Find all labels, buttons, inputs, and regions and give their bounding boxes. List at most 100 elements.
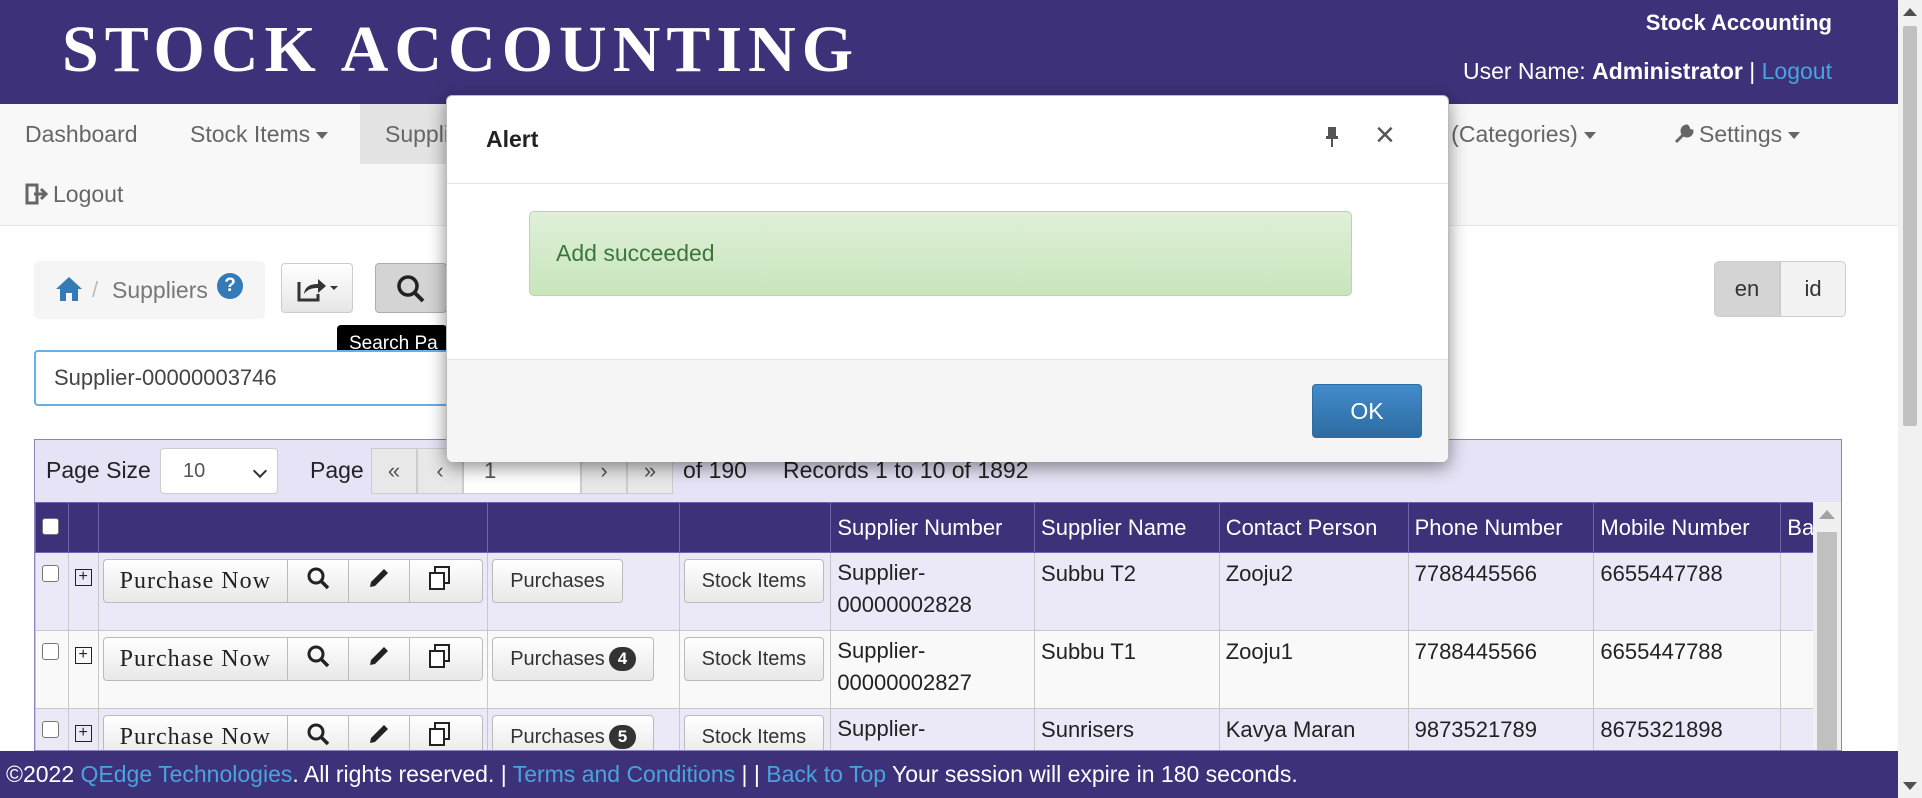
view-button[interactable]: [288, 638, 349, 680]
page-scrollbar[interactable]: [1898, 0, 1922, 798]
breadcrumb-suppliers: Suppliers: [112, 277, 208, 303]
header-logout-link[interactable]: Logout: [1762, 58, 1832, 84]
row-action-group: Purchase Now: [102, 559, 484, 603]
nav-suppliers[interactable]: Suppli: [360, 104, 446, 164]
dialog-footer: OK: [447, 359, 1448, 462]
expand-row-icon[interactable]: +: [74, 569, 92, 586]
language-en-button[interactable]: en: [1714, 261, 1780, 317]
search-input[interactable]: Supplier-00000003746: [34, 350, 474, 406]
purchase-now-button[interactable]: Purchase Now: [104, 560, 288, 602]
row-actions-cell: Purchase Now: [97, 708, 489, 750]
logout-icon: [25, 183, 49, 205]
copy-button[interactable]: [410, 560, 471, 602]
user-info: User Name: Administrator | Logout: [1463, 58, 1832, 85]
col-phone-number[interactable]: Phone Number: [1407, 502, 1595, 553]
view-button[interactable]: [288, 716, 349, 750]
stock-items-button[interactable]: Stock Items: [683, 715, 825, 750]
chevron-down-icon: [252, 463, 268, 479]
first-page-button[interactable]: «: [371, 448, 417, 494]
ok-button[interactable]: OK: [1312, 384, 1422, 438]
brand-logo-text: STOCK ACCOUNTING: [62, 13, 860, 86]
grid-scrollbar[interactable]: [1813, 502, 1841, 750]
view-button[interactable]: [288, 560, 349, 602]
company-link[interactable]: QEdge Technologies: [81, 761, 293, 787]
terms-link[interactable]: Terms and Conditions: [513, 761, 735, 787]
stock-items-header: [678, 502, 832, 553]
expand-row-icon[interactable]: +: [74, 725, 92, 742]
supplier-name-cell: Sunrisers: [1034, 708, 1220, 750]
breadcrumb: / Suppliers ?: [34, 261, 265, 319]
edit-button[interactable]: [349, 716, 410, 750]
row-purchases-cell: Purchases 4: [487, 630, 680, 709]
col-contact-person[interactable]: Contact Person: [1218, 502, 1409, 553]
row-purchases-cell: Purchases 5: [487, 708, 680, 750]
supplier-number-cell: Supplier- 00000002827: [830, 630, 1036, 709]
purchases-button[interactable]: Purchases 5: [492, 715, 655, 750]
row-checkbox[interactable]: [42, 721, 59, 738]
contact-person-cell: Kavya Maran: [1218, 708, 1409, 750]
edit-button[interactable]: [349, 560, 410, 602]
contact-person-cell: Zooju1: [1218, 630, 1409, 709]
scroll-up-icon[interactable]: [1903, 8, 1917, 16]
purchase-now-button[interactable]: Purchase Now: [104, 638, 288, 680]
pin-icon[interactable]: [1325, 126, 1339, 148]
purchases-button[interactable]: Purchases 4: [492, 637, 655, 681]
caret-down-icon: [1788, 132, 1801, 140]
scroll-up-icon[interactable]: [1819, 510, 1835, 519]
back-to-top-link[interactable]: Back to Top: [766, 761, 886, 787]
search-panel-button[interactable]: [375, 263, 447, 313]
row-checkbox[interactable]: [42, 643, 59, 660]
purchase-now-button[interactable]: Purchase Now: [104, 716, 288, 750]
row-checkbox[interactable]: [42, 565, 59, 582]
page-size-label: Page Size: [46, 457, 151, 483]
nav-dashboard[interactable]: Dashboard: [0, 104, 163, 164]
suppliers-table: Supplier Number Supplier Name Contact Pe…: [35, 502, 1841, 750]
search-icon: [306, 566, 330, 596]
copy-button[interactable]: [410, 716, 471, 750]
user-name-label: User Name:: [1462, 58, 1586, 84]
success-message: Add succeeded: [529, 211, 1352, 296]
home-icon[interactable]: [54, 275, 84, 303]
export-button[interactable]: [281, 263, 353, 313]
share-icon: [297, 279, 338, 302]
supplier-number-cell: Supplier-: [830, 708, 1036, 750]
page-size-select[interactable]: 10: [160, 448, 278, 494]
col-supplier-number[interactable]: Supplier Number: [830, 502, 1036, 553]
dialog-header: Alert ×: [447, 96, 1448, 184]
edit-button[interactable]: [349, 638, 410, 680]
user-name: Administrator: [1592, 58, 1743, 84]
page-footer: ©2022 QEdge Technologies. All rights res…: [0, 751, 1898, 798]
purchases-button[interactable]: Purchases: [492, 559, 623, 603]
phone-number-cell: 7788445566: [1407, 552, 1595, 631]
row-action-group: Purchase Now: [102, 637, 484, 681]
grid-scroll-thumb[interactable]: [1817, 532, 1837, 750]
suppliers-grid: Page Size 10 Page « ‹ 1 › » of 190 Recor…: [34, 439, 1842, 751]
help-icon[interactable]: ?: [217, 273, 243, 299]
language-id-button[interactable]: id: [1780, 261, 1846, 317]
footer-separator: | |: [741, 761, 760, 787]
expand-row-icon[interactable]: +: [74, 647, 92, 664]
close-icon[interactable]: ×: [1375, 118, 1395, 152]
page-scroll-thumb[interactable]: [1903, 26, 1917, 426]
nav-logout[interactable]: Logout: [0, 164, 148, 224]
expand-header: [67, 502, 99, 553]
contact-person-cell: Zooju2: [1218, 552, 1409, 631]
nav-settings[interactable]: Settings: [1648, 104, 1825, 164]
nav-stock-items[interactable]: Stock Items: [165, 104, 353, 164]
phone-number-cell: 7788445566: [1407, 630, 1595, 709]
supplier-name-cell: Subbu T1: [1034, 630, 1220, 709]
scroll-down-icon[interactable]: [1903, 782, 1917, 790]
copy-button[interactable]: [410, 638, 471, 680]
purchases-count-badge: 4: [608, 647, 637, 671]
col-mobile-number[interactable]: Mobile Number: [1593, 502, 1782, 553]
row-purchases-cell: Purchases: [487, 552, 680, 631]
phone-number-cell: 9873521789: [1407, 708, 1595, 750]
stock-items-button[interactable]: Stock Items: [683, 637, 825, 681]
pencil-icon: [367, 566, 391, 596]
copy-icon: [427, 643, 453, 675]
col-supplier-name[interactable]: Supplier Name: [1034, 502, 1220, 553]
select-all-checkbox[interactable]: [42, 518, 59, 535]
stock-items-button[interactable]: Stock Items: [683, 559, 825, 603]
session-timeout-text: Your session will expire in 180 seconds.: [892, 761, 1298, 787]
nav-group-categories[interactable]: p (Categories): [1432, 104, 1621, 164]
